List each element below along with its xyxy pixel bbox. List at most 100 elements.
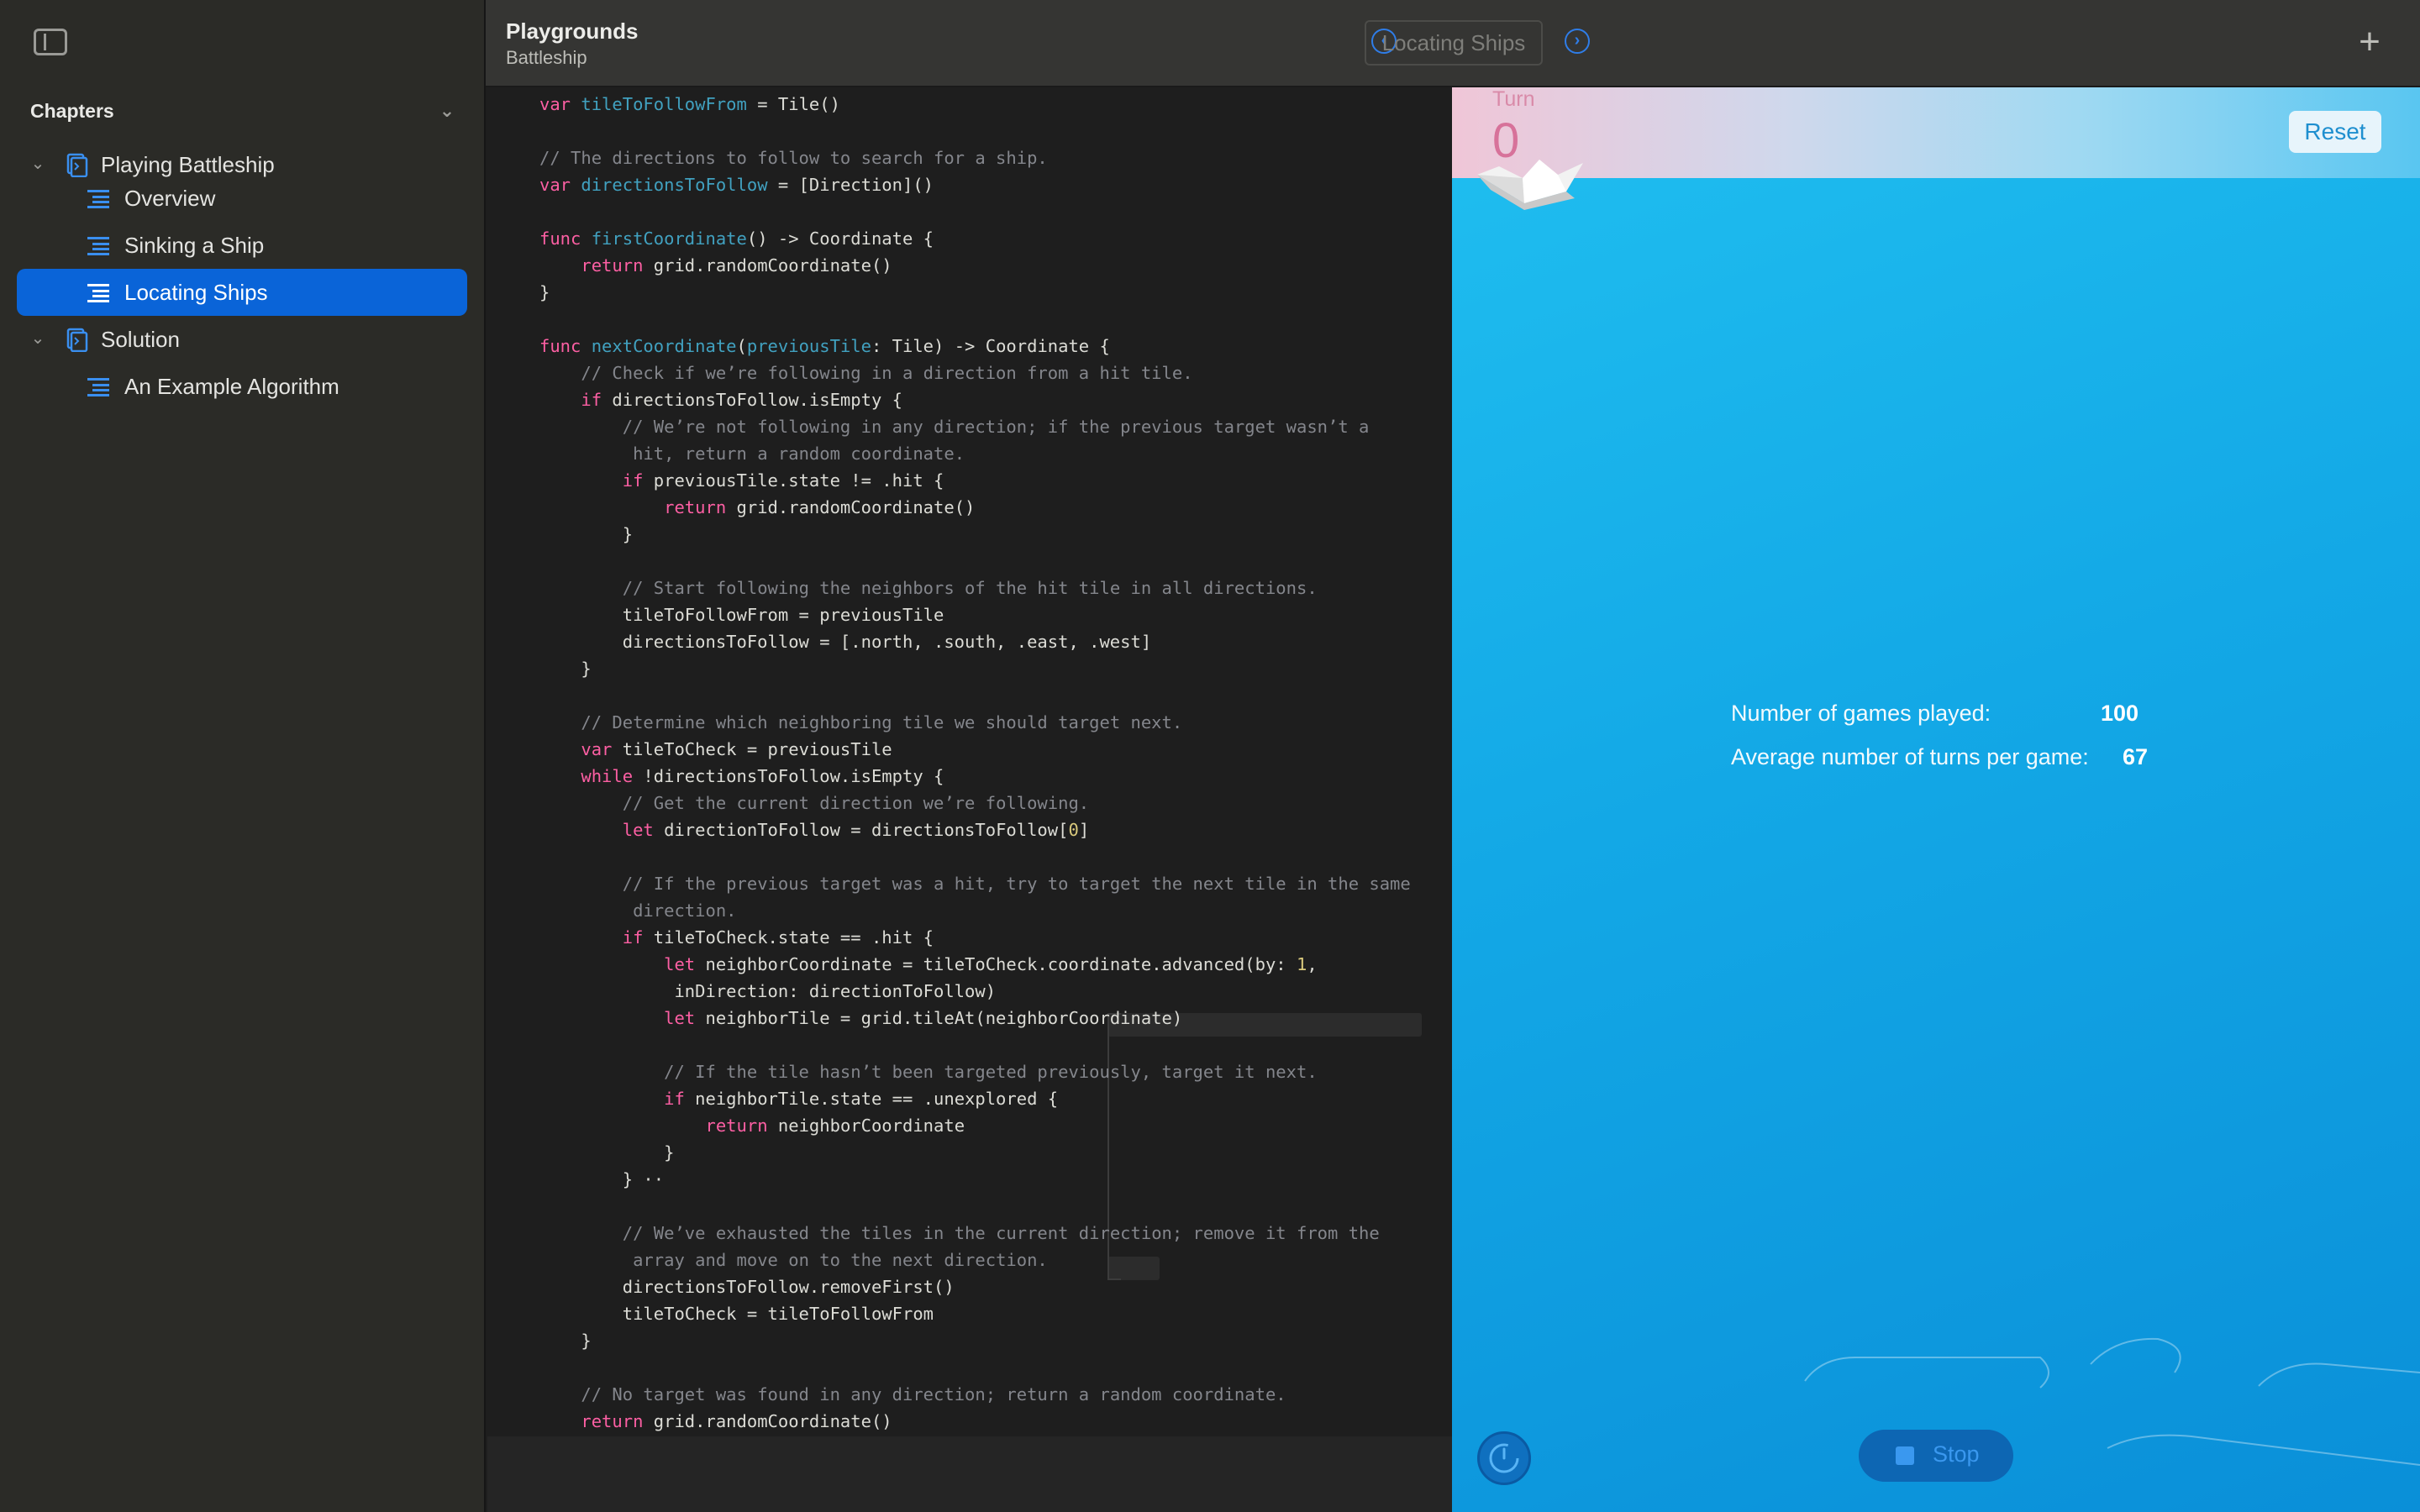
code-line[interactable]: } <box>539 279 1411 306</box>
code-line[interactable]: func firstCoordinate() -> Coordinate { <box>539 225 1411 252</box>
code-token: // We’ve exhausted the tiles in the curr… <box>622 1223 1380 1243</box>
code-line[interactable]: // Determine which neighboring tile we s… <box>539 709 1411 736</box>
code-line[interactable]: if previousTile.state != .hit { <box>539 467 1411 494</box>
code-line[interactable]: // No target was found in any direction;… <box>539 1381 1411 1408</box>
code-line[interactable]: } <box>539 655 1411 682</box>
code-token: 1 <box>1296 954 1307 974</box>
code-line[interactable]: // Get the current direction we’re follo… <box>539 790 1411 816</box>
code-token: return <box>705 1116 768 1136</box>
reset-button[interactable]: Reset <box>2289 111 2381 153</box>
code-line[interactable]: let neighborTile = grid.tileAt(neighborC… <box>539 1005 1411 1032</box>
code-token: let <box>664 1008 696 1028</box>
sidebar-toggle-icon[interactable] <box>34 29 67 55</box>
code-line[interactable]: // We’re not following in any direction;… <box>539 413 1411 440</box>
code-line[interactable]: return grid.randomCoordinate() <box>539 1408 1411 1435</box>
speed-control-icon[interactable] <box>1477 1431 1531 1485</box>
code-line[interactable] <box>539 1193 1411 1220</box>
sidebar-item-label: Overview <box>124 186 216 211</box>
code-line[interactable]: // Check if we’re following in a directi… <box>539 360 1411 386</box>
page-lines-icon <box>87 284 109 302</box>
code-line[interactable]: directionsToFollow = [.north, .south, .e… <box>539 628 1411 655</box>
code-token: var <box>581 739 613 759</box>
code-line[interactable] <box>539 682 1411 709</box>
code-line[interactable]: // Start following the neighbors of the … <box>539 575 1411 601</box>
code-line[interactable]: var directionsToFollow = [Direction]() <box>539 171 1411 198</box>
disclosure-chevron-icon[interactable]: ⌄ <box>27 153 49 175</box>
code-line[interactable]: // If the tile hasn’t been targeted prev… <box>539 1058 1411 1085</box>
code-line[interactable] <box>539 1032 1411 1058</box>
code-line[interactable] <box>539 548 1411 575</box>
code-token: array and move on to the next direction. <box>633 1250 1048 1270</box>
current-page-title[interactable]: Locating Ships <box>1365 20 1543 66</box>
code-token: = [Direction]() <box>767 175 934 195</box>
sidebar-item-locating-ships[interactable]: Locating Ships <box>17 269 467 316</box>
code-line[interactable]: directionsToFollow.removeFirst() <box>539 1273 1411 1300</box>
chevron-down-icon[interactable]: ⌄ <box>435 99 459 123</box>
code-line[interactable]: return neighborCoordinate <box>539 1112 1411 1139</box>
code-line[interactable]: hit, return a random coordinate. <box>539 440 1411 467</box>
code-line[interactable] <box>539 118 1411 144</box>
code-line[interactable]: if tileToCheck.state == .hit { <box>539 924 1411 951</box>
sidebar-item-overview[interactable]: Overview <box>17 175 467 222</box>
code-line[interactable]: direction. <box>539 897 1411 924</box>
code-text[interactable]: var tileToFollowFrom = Tile() // The dire… <box>539 91 1411 1435</box>
code-line[interactable] <box>539 306 1411 333</box>
code-token: let <box>622 820 654 840</box>
sidebar-item-sinking-a-ship[interactable]: Sinking a Ship <box>17 222 467 269</box>
sidebar-chapter-solution[interactable]: ⌄ Solution <box>17 316 467 363</box>
stat-label: Average number of turns per game: <box>1731 744 2089 769</box>
code-line[interactable]: inDirection: directionToFollow) <box>539 978 1411 1005</box>
code-line[interactable]: return grid.randomCoordinate() <box>539 252 1411 279</box>
code-line[interactable]: } <box>539 1327 1411 1354</box>
code-line[interactable]: // We’ve exhausted the tiles in the curr… <box>539 1220 1411 1247</box>
next-page-icon[interactable]: › <box>1565 29 1590 54</box>
code-token: // The directions to follow to search fo… <box>539 148 1048 168</box>
code-line[interactable] <box>539 1354 1411 1381</box>
code-line[interactable]: tileToCheck = tileToFollowFrom <box>539 1300 1411 1327</box>
code-line[interactable]: } <box>539 521 1411 548</box>
code-line[interactable] <box>539 198 1411 225</box>
code-line[interactable]: array and move on to the next direction. <box>539 1247 1411 1273</box>
stop-button[interactable]: Stop <box>1859 1430 2013 1482</box>
code-token: func <box>539 228 592 249</box>
code-token: neighborCoordinate <box>767 1116 965 1136</box>
code-token: if <box>664 1089 685 1109</box>
code-line[interactable]: while !directionsToFollow.isEmpty { <box>539 763 1411 790</box>
code-line[interactable]: return grid.randomCoordinate() <box>539 494 1411 521</box>
code-token: if <box>622 927 644 948</box>
code-token: return <box>581 255 644 276</box>
code-editor[interactable]: var tileToFollowFrom = Tile() // The dire… <box>487 87 1452 1436</box>
code-line[interactable] <box>539 843 1411 870</box>
page-lines-icon <box>87 237 109 255</box>
code-token: previousTile.state != .hit { <box>643 470 944 491</box>
code-line[interactable]: } ·· <box>539 1166 1411 1193</box>
code-line[interactable]: if directionsToFollow.isEmpty { <box>539 386 1411 413</box>
chapters-header[interactable]: Chapters ⌄ <box>30 94 459 128</box>
code-line[interactable]: var tileToFollowFrom = Tile() <box>539 91 1411 118</box>
code-token: tileToCheck.state == .hit { <box>643 927 934 948</box>
code-line[interactable]: // The directions to follow to search fo… <box>539 144 1411 171</box>
code-line[interactable]: // If the previous target was a hit, try… <box>539 870 1411 897</box>
code-token: // No target was found in any direction;… <box>581 1384 1286 1404</box>
code-line[interactable]: tileToFollowFrom = previousTile <box>539 601 1411 628</box>
code-line[interactable]: if neighborTile.state == .unexplored { <box>539 1085 1411 1112</box>
add-icon[interactable]: + <box>2353 24 2386 60</box>
code-line[interactable]: func nextCoordinate(previousTile: Tile) … <box>539 333 1411 360</box>
sidebar-item-an-example-algorithm[interactable]: An Example Algorithm <box>17 363 467 410</box>
code-line[interactable]: let directionToFollow = directionsToFoll… <box>539 816 1411 843</box>
code-token: directionsToFollow.isEmpty { <box>602 390 902 410</box>
disclosure-chevron-icon[interactable]: ⌄ <box>27 328 49 349</box>
code-line[interactable]: } <box>539 1139 1411 1166</box>
code-token: tileToFollowFrom <box>581 94 747 114</box>
live-view[interactable]: Turn 0 Reset Number of games played: 100… <box>1452 87 2420 1512</box>
code-token: 0 <box>1068 820 1079 840</box>
code-line[interactable]: let neighborCoordinate = tileToCheck.coo… <box>539 951 1411 978</box>
code-token: var <box>539 94 581 114</box>
code-token: } <box>539 659 592 679</box>
code-token: return <box>664 497 727 517</box>
code-line[interactable]: var tileToCheck = previousTile <box>539 736 1411 763</box>
